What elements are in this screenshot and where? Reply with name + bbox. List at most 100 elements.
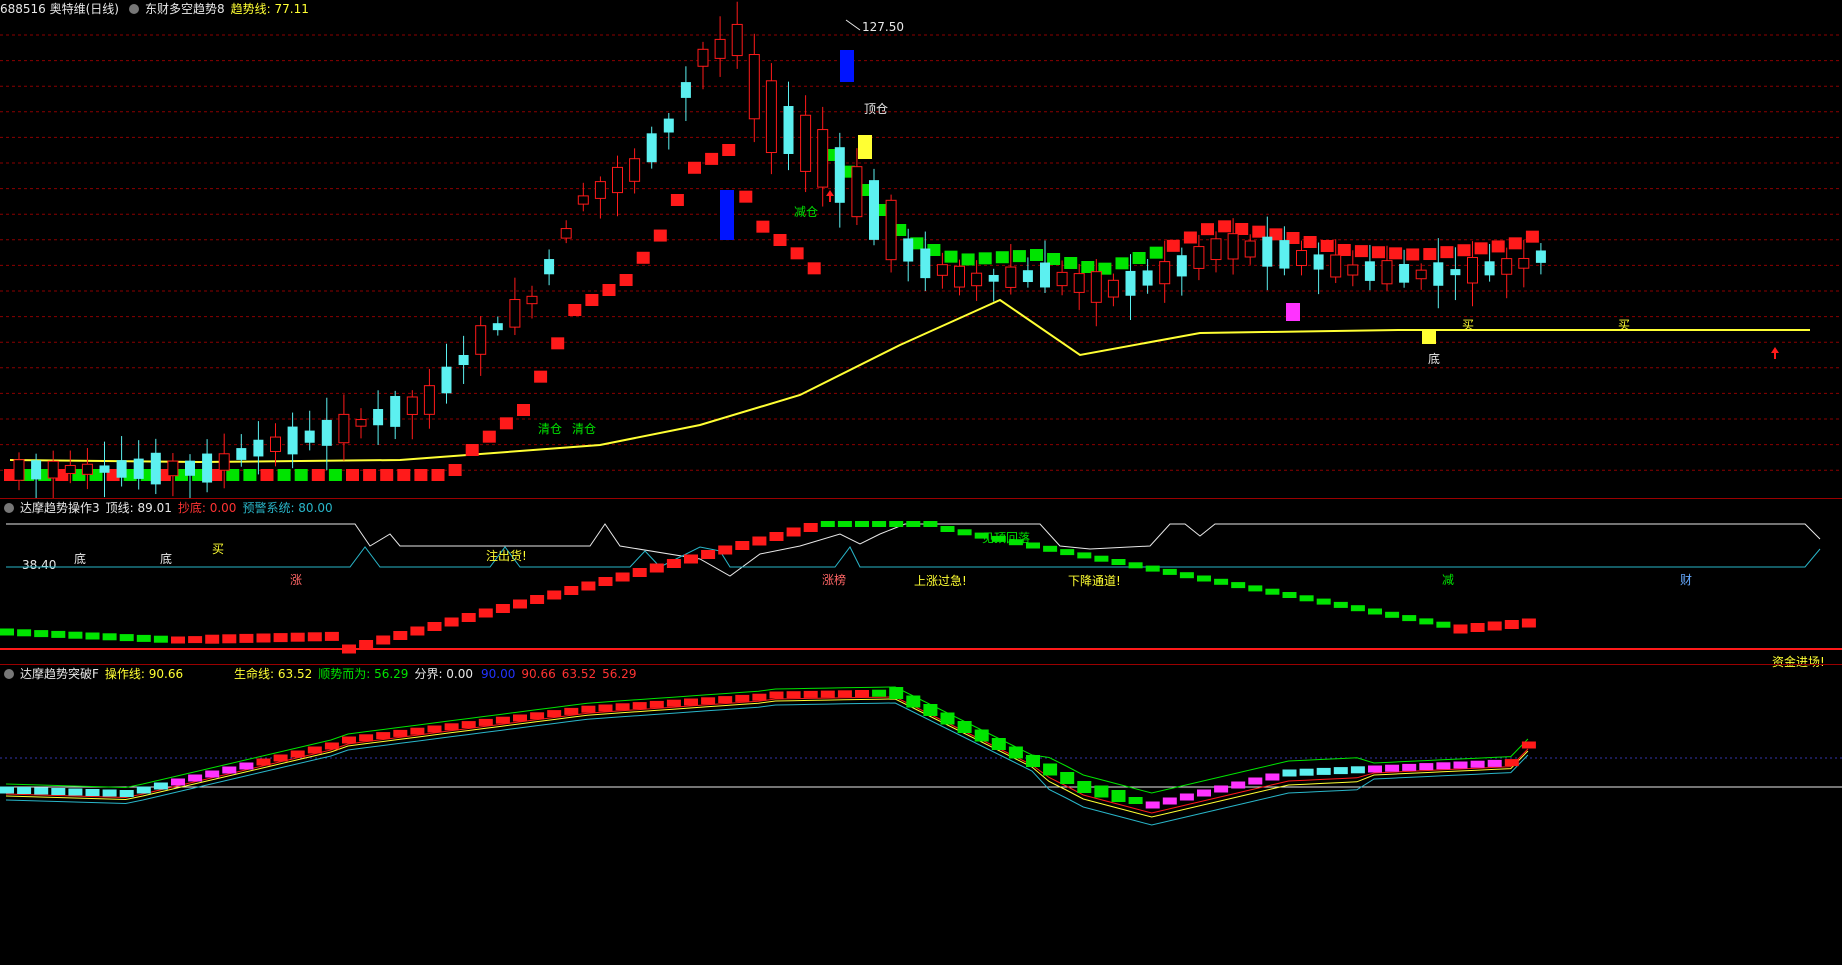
- trend-block: [688, 161, 701, 174]
- reduce-position-label: 减仓: [794, 205, 819, 219]
- trend-block: [1282, 592, 1297, 598]
- trend-block: [346, 469, 359, 481]
- settings-circle-icon[interactable]: [129, 3, 139, 14]
- trend-block: [517, 404, 530, 416]
- candle-body: [133, 458, 144, 479]
- settings-circle-icon[interactable]: [4, 502, 14, 513]
- trend-block: [1385, 764, 1400, 772]
- candle-body: [81, 463, 93, 475]
- trend-block: [769, 691, 784, 699]
- trend-block: [636, 251, 650, 264]
- trend-block: [188, 636, 203, 644]
- trend-block: [1132, 252, 1146, 264]
- trend-block: [1115, 257, 1129, 270]
- candle-body: [1142, 270, 1153, 286]
- trend-block: [991, 738, 1006, 750]
- warning-line: [6, 546, 1821, 568]
- trend-block: [461, 613, 476, 622]
- candlestick-chart[interactable]: [0, 0, 1842, 498]
- trend-block: [1303, 236, 1317, 248]
- candle-body: [680, 82, 691, 98]
- panel2-header: 达摩趋势操作3 顶线: 89.01 抄底: 0.00 预警系统: 80.00: [0, 499, 1842, 517]
- trend-block: [906, 695, 921, 708]
- trend-block: [393, 729, 408, 737]
- trend-block: [598, 704, 613, 712]
- candle-body: [492, 323, 503, 331]
- trend-block: [872, 521, 887, 527]
- candle-body: [31, 460, 42, 480]
- trend-block: [34, 787, 49, 795]
- candle-body: [840, 50, 854, 82]
- candle-body: [834, 147, 845, 203]
- candle-body: [858, 135, 872, 159]
- trend-block: [290, 632, 305, 642]
- trend-block: [718, 545, 733, 555]
- trend-block: [85, 632, 100, 640]
- trend-block: [17, 629, 32, 637]
- trend-block: [273, 633, 288, 643]
- candle-body: [851, 166, 863, 218]
- candle-body: [765, 80, 777, 154]
- top-position-label: 顶仓: [864, 102, 889, 116]
- candle-body: [1422, 330, 1436, 344]
- trend-operation-panel[interactable]: 达摩趋势操作3 顶线: 89.01 抄底: 0.00 预警系统: 80.00 注出货!…: [0, 499, 1842, 669]
- trend-block: [944, 250, 958, 263]
- trend-block: [1316, 767, 1331, 775]
- candle-body: [287, 426, 298, 455]
- trend-block: [1436, 621, 1451, 628]
- candle-body: [629, 158, 641, 182]
- trend-block: [68, 788, 83, 796]
- main-chart-header: 688516 奥特维(日线) 东财多空趋势8 趋势线: 77.11: [0, 0, 1842, 18]
- trend-block: [978, 252, 992, 265]
- trend-block: [277, 469, 291, 481]
- trend-breakout-chart[interactable]: [0, 665, 1842, 965]
- candle-body: [1381, 260, 1393, 285]
- candle-body: [1484, 261, 1495, 276]
- trend-block: [1111, 559, 1126, 565]
- candle-body: [338, 413, 350, 444]
- trend-block: [85, 789, 100, 796]
- indicator-name: 东财多空趋势8: [145, 2, 225, 16]
- candle-body: [406, 396, 418, 415]
- trend-block: [1316, 598, 1331, 605]
- trend-block: [359, 734, 374, 742]
- candle-body: [1467, 256, 1478, 284]
- trend-block: [684, 698, 698, 706]
- candle-body: [1399, 264, 1410, 283]
- trend-block: [307, 746, 322, 754]
- trend-block: [585, 294, 599, 306]
- candle-body: [560, 228, 572, 239]
- candle-body: [236, 448, 247, 460]
- high-marker: [845, 19, 861, 31]
- candle-body: [355, 419, 367, 427]
- candle-body: [1056, 271, 1068, 287]
- annotation-rise-too-fast: 上涨过急!: [914, 574, 967, 588]
- trend-block: [568, 304, 582, 316]
- trend-block: [1231, 582, 1246, 589]
- settings-circle-icon[interactable]: [4, 668, 14, 679]
- trend-block: [957, 721, 972, 733]
- trend-block: [324, 631, 339, 641]
- trend-block: [1402, 615, 1417, 622]
- main-chart-panel[interactable]: 688516 奥特维(日线) 东财多空趋势8 趋势线: 77.11 127.50 3…: [0, 0, 1842, 587]
- trend-block: [1453, 761, 1468, 769]
- trend-breakout-panel[interactable]: 达摩趋势突破F 操作线: 90.66 生命线: 63.52 顺势而为: 56.29 分…: [0, 665, 1842, 965]
- trend-block: [889, 687, 904, 699]
- trend-block: [1372, 246, 1385, 259]
- trend-block: [1077, 781, 1092, 793]
- trend-block: [1214, 578, 1229, 585]
- trend-block: [431, 469, 445, 481]
- candle-body: [304, 430, 315, 443]
- trend-block: [739, 190, 753, 203]
- trend-block: [1231, 781, 1246, 789]
- candle-body: [1073, 273, 1085, 293]
- candle-body: [64, 464, 76, 474]
- trend-block: [551, 337, 565, 350]
- trend-block: [260, 469, 274, 481]
- indicator-line: [5, 702, 1529, 826]
- candle-body: [1005, 266, 1017, 288]
- trend-block: [837, 690, 852, 698]
- trend-block: [1504, 759, 1519, 767]
- trend-block: [820, 521, 835, 527]
- annotation-down-channel: 下降通道!: [1068, 574, 1121, 588]
